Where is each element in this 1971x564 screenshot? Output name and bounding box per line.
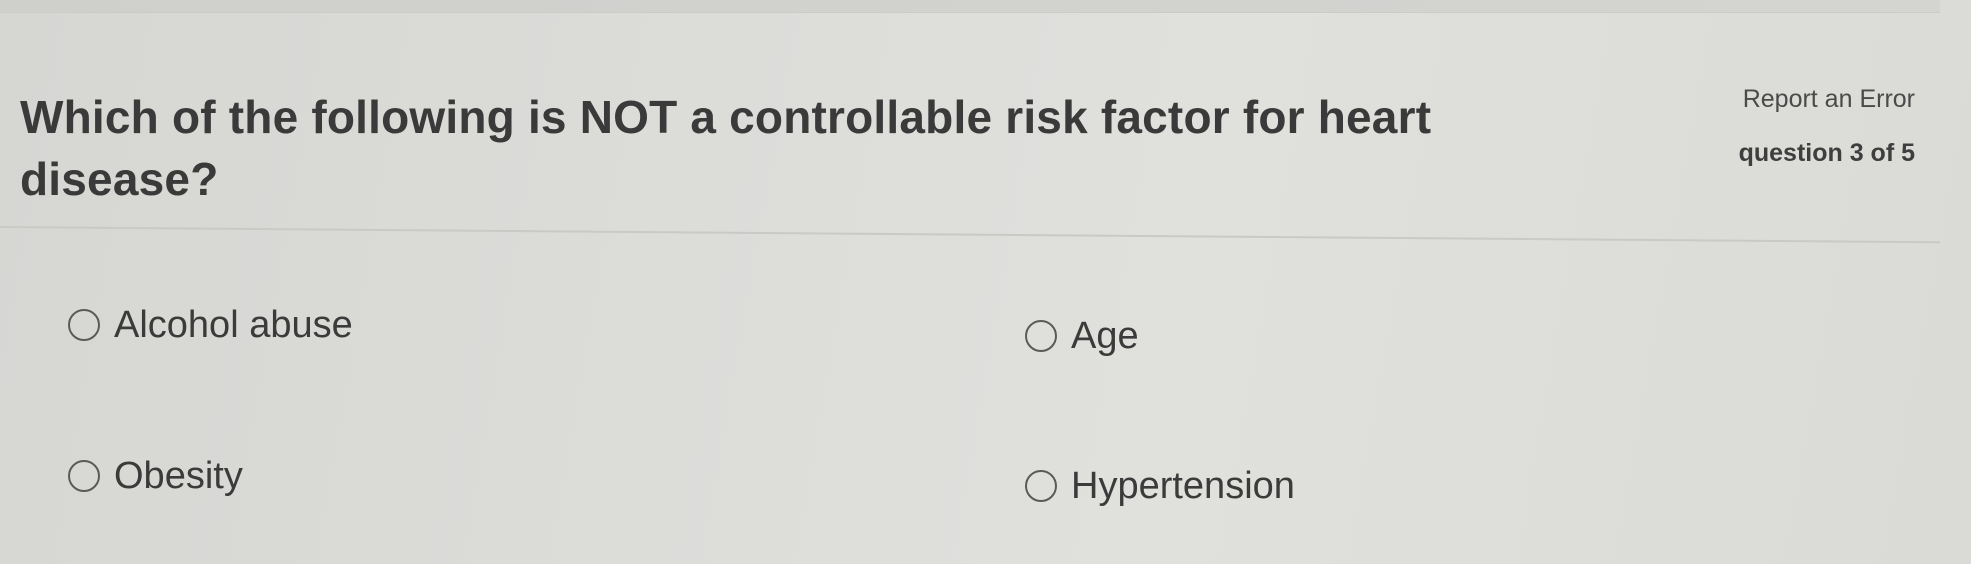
option-label: Hypertension (1071, 465, 1295, 507)
question-progress: question 3 of 5 (1738, 139, 1915, 167)
question-meta: Report an Error question 3 of 5 (1739, 82, 1915, 170)
top-bar (0, 0, 1940, 13)
radio-button-icon[interactable] (68, 309, 100, 341)
report-error-link[interactable]: Report an Error (1739, 82, 1915, 116)
option-label: Age (1071, 315, 1139, 357)
radio-button-icon[interactable] (68, 460, 100, 492)
option-label: Obesity (114, 455, 243, 497)
divider (0, 226, 1940, 244)
question-text: Which of the following is NOT a controll… (20, 91, 1432, 205)
option-label: Alcohol abuse (114, 304, 353, 346)
answer-option-obesity[interactable]: Obesity (68, 453, 243, 499)
radio-button-icon[interactable] (1025, 470, 1057, 502)
answer-option-alcohol-abuse[interactable]: Alcohol abuse (68, 302, 353, 348)
answer-option-age[interactable]: Age (1025, 313, 1139, 359)
radio-button-icon[interactable] (1025, 320, 1057, 352)
answer-option-hypertension[interactable]: Hypertension (1025, 463, 1295, 509)
